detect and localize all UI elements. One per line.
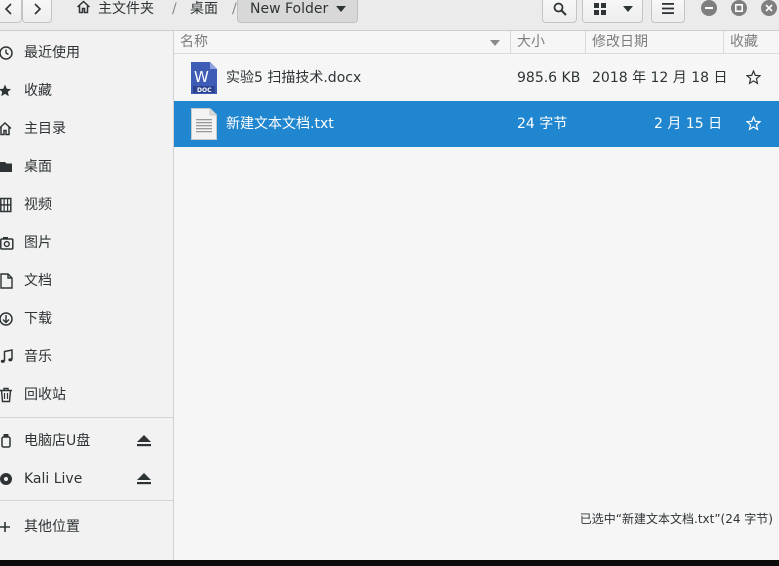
eject-icon[interactable]: [137, 435, 151, 447]
file-size: 985.6 KB: [517, 70, 581, 86]
film-icon: [0, 197, 12, 213]
maximize-button[interactable]: [731, 0, 747, 16]
caret-down-icon: [623, 5, 633, 12]
search-button[interactable]: [542, 0, 577, 23]
status-bar-text: 已选中“新建文本文档.txt”(24 字节): [579, 512, 773, 526]
clock-icon: [0, 46, 13, 60]
folder-icon: [0, 162, 12, 172]
column-header-modified-label: 修改日期: [592, 34, 648, 50]
sidebar-item-starred[interactable]: 收藏: [0, 74, 173, 108]
sidebar-item-downloads[interactable]: 下载: [0, 302, 173, 336]
download-icon: [0, 312, 13, 326]
sidebar-item-recent[interactable]: 最近使用: [0, 36, 173, 70]
chevron-left-icon: [4, 2, 12, 15]
breadcrumb-home-label: 主文件夹: [98, 1, 154, 17]
grid-view-icon: [594, 2, 606, 15]
table-row[interactable]: W DOC 实验5 扫描技术.docx 985.6 KB 2018 年 12 月…: [174, 55, 779, 101]
header-bar: 主文件夹 / 桌面 / New Folder: [0, 0, 779, 31]
bottom-edge: [0, 560, 779, 566]
sidebar-item-label: 音乐: [24, 349, 52, 365]
menu-button[interactable]: [651, 0, 685, 23]
close-icon: [765, 4, 773, 12]
sidebar-item-label: 图片: [24, 235, 52, 251]
music-icon: [0, 349, 13, 363]
file-modified: 2018 年 12 月 18 日: [592, 70, 728, 86]
column-header-size-label: 大小: [517, 34, 545, 50]
table-row[interactable]: 新建文本文档.txt 24 字节 2 月 15 日: [174, 101, 779, 147]
sidebar-item-label: Kali Live: [24, 471, 83, 487]
text-document-icon: [191, 108, 217, 140]
document-icon: [0, 273, 13, 289]
file-name: 实验5 扫描技术.docx: [226, 70, 362, 86]
breadcrumb-current[interactable]: New Folder: [237, 0, 358, 23]
trash-icon: [0, 387, 12, 403]
column-headers: 名称 大小 修改日期 收藏: [174, 31, 779, 54]
breadcrumb-current-label: New Folder: [250, 0, 329, 17]
view-toggle-button[interactable]: [582, 0, 643, 23]
column-header-starred-label: 收藏: [730, 34, 758, 50]
word-document-icon: W DOC: [191, 62, 217, 94]
file-size: 24 字节: [517, 116, 568, 132]
disc-icon: [0, 473, 12, 485]
sidebar-item-label: 文档: [24, 273, 52, 289]
minimize-icon: [705, 7, 713, 9]
home-icon: [0, 121, 12, 136]
minimize-button[interactable]: [701, 0, 717, 16]
sidebar-item-label: 桌面: [24, 159, 52, 175]
sidebar-item-label: 收藏: [24, 83, 52, 99]
sidebar-item-other-locations[interactable]: 其他位置: [0, 510, 173, 544]
column-header-starred[interactable]: 收藏: [723, 31, 779, 54]
close-button[interactable]: [761, 0, 777, 16]
sidebar-item-kali-live[interactable]: Kali Live: [0, 462, 173, 496]
star-outline-icon[interactable]: [746, 116, 761, 131]
sidebar-separator: [0, 417, 173, 418]
home-icon: [76, 0, 91, 14]
forward-button[interactable]: [22, 0, 52, 23]
star-outline-icon[interactable]: [746, 70, 761, 85]
breadcrumb-separator: /: [172, 1, 177, 17]
column-header-name[interactable]: 名称: [174, 31, 510, 54]
column-header-size[interactable]: 大小: [510, 31, 585, 54]
search-icon: [553, 2, 567, 16]
doc-badge: DOC: [197, 87, 212, 94]
sidebar-item-usb-drive[interactable]: 电脑店U盘: [0, 424, 173, 458]
file-name: 新建文本文档.txt: [226, 116, 334, 132]
sidebar-item-label: 电脑店U盘: [24, 433, 91, 449]
sidebar-item-label: 最近使用: [24, 45, 80, 61]
usb-drive-icon: [1, 434, 11, 448]
camera-icon: [0, 237, 14, 250]
file-modified: 2 月 15 日: [654, 116, 723, 132]
sidebar-item-documents[interactable]: 文档: [0, 264, 173, 298]
column-header-name-label: 名称: [180, 34, 208, 50]
caret-down-icon: [336, 5, 347, 12]
chevron-right-icon: [34, 2, 42, 15]
plus-icon: [0, 522, 10, 532]
star-icon: [0, 84, 11, 97]
sidebar-item-desktop[interactable]: 桌面: [0, 150, 173, 184]
sort-down-icon: [490, 40, 500, 46]
maximize-icon: [735, 4, 743, 12]
breadcrumb-desktop[interactable]: 桌面: [190, 0, 218, 18]
back-button[interactable]: [0, 0, 22, 23]
doc-letter: W: [194, 68, 209, 86]
sidebar-item-label: 其他位置: [24, 519, 80, 535]
file-list-view: 名称 大小 修改日期 收藏 W DOC 实验5 扫描技术.docx 985.6 …: [174, 31, 779, 560]
sidebar: 最近使用 收藏 主目录 桌面 视频 图片 文档 下载 音乐 回收站 电脑店U盘: [0, 31, 174, 560]
column-header-modified[interactable]: 修改日期: [585, 31, 723, 54]
sidebar-separator: [0, 500, 173, 501]
breadcrumb-separator: /: [232, 1, 237, 17]
sidebar-item-label: 下载: [24, 311, 52, 327]
sidebar-item-videos[interactable]: 视频: [0, 188, 173, 222]
sidebar-item-music[interactable]: 音乐: [0, 340, 173, 374]
sidebar-item-trash[interactable]: 回收站: [0, 378, 173, 412]
sidebar-item-label: 主目录: [24, 121, 66, 137]
sidebar-item-pictures[interactable]: 图片: [0, 226, 173, 260]
breadcrumb-desktop-label: 桌面: [190, 1, 218, 17]
sidebar-item-label: 回收站: [24, 387, 66, 403]
sidebar-item-home[interactable]: 主目录: [0, 112, 173, 146]
sidebar-item-label: 视频: [24, 197, 52, 213]
hamburger-icon: [662, 3, 674, 14]
eject-icon[interactable]: [137, 473, 151, 485]
